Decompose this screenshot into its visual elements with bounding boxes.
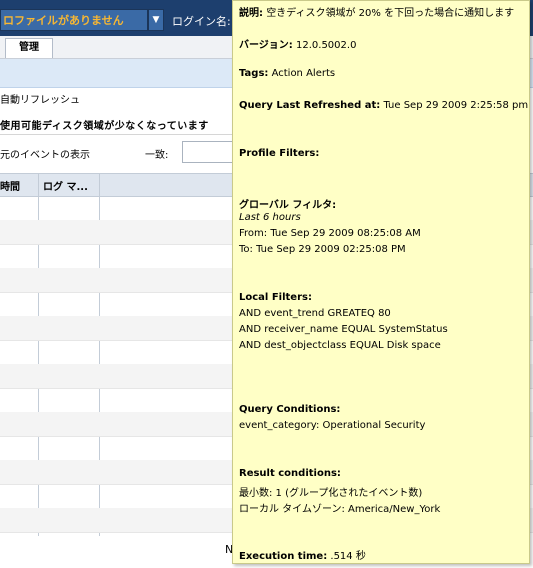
query-conditions-value: event_category: Operational Security xyxy=(239,420,426,431)
version-row: バージョン: 12.0.5002.0 xyxy=(239,36,356,51)
column-header-log[interactable]: ログ マ... xyxy=(43,178,88,193)
version-label: バージョン: xyxy=(239,40,293,51)
local-filter-3: AND dest_objectclass EQUAL Disk space xyxy=(239,340,441,351)
chevron-down-icon[interactable]: ▼ xyxy=(148,9,164,31)
alert-details-tooltip: 説明: 空きディスク領域が 20% を下回った場合に通知します バージョン: 1… xyxy=(232,0,530,564)
execution-time-row: Execution time: .514 秒 xyxy=(239,547,366,562)
profile-selector[interactable]: ロファイルがありません xyxy=(0,9,148,31)
tab-admin[interactable]: 管理 xyxy=(5,38,53,58)
tags-label: Tags: xyxy=(239,68,269,79)
query-conditions-label: Query Conditions: xyxy=(239,404,341,415)
result-condition-2: ローカル タイムゾーン: America/New_York xyxy=(239,504,441,515)
global-filter-range: Last 6 hours xyxy=(239,212,301,223)
result-conditions-label: Result conditions: xyxy=(239,468,341,479)
refreshed-row: Query Last Refreshed at: Tue Sep 29 2009… xyxy=(239,100,528,111)
local-filters-label: Local Filters: xyxy=(239,292,312,303)
events-display-label: 元のイベントの表示 xyxy=(0,150,90,161)
match-label: 一致: xyxy=(145,150,169,161)
global-filter-to: To: Tue Sep 29 2009 02:25:08 PM xyxy=(239,244,406,255)
tags-row: Tags: Action Alerts xyxy=(239,68,335,79)
description-row: 説明: 空きディスク領域が 20% を下回った場合に通知します xyxy=(239,4,514,19)
execution-time-value: .514 秒 xyxy=(330,551,366,562)
global-filter-from: From: Tue Sep 29 2009 08:25:08 AM xyxy=(239,228,421,239)
local-filter-2: AND receiver_name EQUAL SystemStatus xyxy=(239,324,448,335)
refreshed-label: Query Last Refreshed at: xyxy=(239,100,381,111)
profile-filters-label: Profile Filters: xyxy=(239,148,320,159)
result-condition-1: 最小数: 1 (グループ化されたイベント数) xyxy=(239,488,423,499)
version-value: 12.0.5002.0 xyxy=(296,40,357,51)
column-header-time[interactable]: 時間 xyxy=(0,178,20,193)
auto-refresh-label[interactable]: 自動リフレッシュ xyxy=(0,91,80,106)
execution-time-label: Execution time: xyxy=(239,551,328,562)
description-value: 空きディスク領域が 20% を下回った場合に通知します xyxy=(266,8,515,19)
description-label: 説明: xyxy=(239,8,263,19)
refreshed-value: Tue Sep 29 2009 2:25:58 pm xyxy=(383,100,529,111)
login-name-label: ログイン名: xyxy=(172,15,231,28)
global-filter-label: グローバル フィルタ: xyxy=(239,200,337,211)
alert-title: 使用可能ディスク領域が少なくなっています xyxy=(0,121,209,132)
local-filter-1: AND event_trend GREATEQ 80 xyxy=(239,308,391,319)
tags-value: Action Alerts xyxy=(271,68,336,79)
